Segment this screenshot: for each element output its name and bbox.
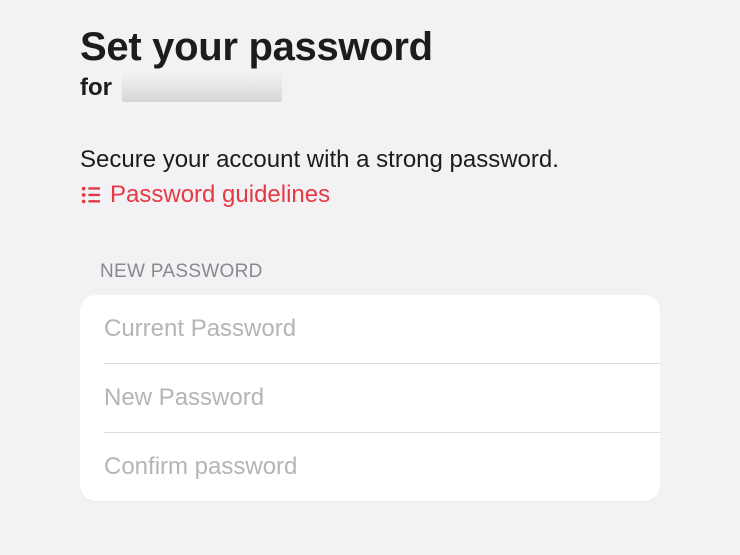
- confirm-password-input[interactable]: [80, 433, 660, 501]
- for-label: for: [80, 74, 112, 102]
- current-password-input[interactable]: [80, 295, 660, 363]
- list-bullet-icon: [80, 184, 102, 206]
- password-card: [80, 295, 660, 501]
- guidelines-link-label: Password guidelines: [110, 181, 330, 209]
- guidelines-link-row[interactable]: Password guidelines: [80, 181, 660, 209]
- redacted-identifier: [122, 74, 282, 102]
- new-password-input[interactable]: [80, 364, 660, 432]
- page-title: Set your password: [80, 24, 660, 70]
- description-text: Secure your account with a strong passwo…: [80, 144, 660, 175]
- subtitle-row: for: [80, 74, 660, 102]
- section-label: NEW PASSWORD: [100, 261, 660, 283]
